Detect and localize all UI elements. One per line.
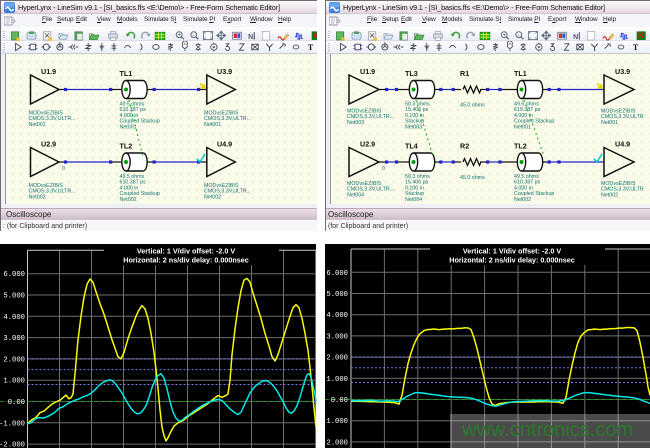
- svg-text:2.000: 2.000: [3, 356, 25, 364]
- svg-text:0.00: 0.00: [8, 399, 25, 407]
- svg-text:4.000: 4.000: [326, 312, 348, 320]
- svg-text:0.00: 0.00: [331, 397, 348, 405]
- svg-text:Vertical: 1 V/div offset: -2: Vertical: 1 V/div offset: -2.0 V: [463, 247, 561, 256]
- svg-text:3.000: 3.000: [3, 335, 25, 343]
- svg-text:Horizontal: 2 ns/div delay: 0: Horizontal: 2 ns/div delay: 0.000nsec: [449, 256, 574, 265]
- svg-text:4.000: 4.000: [3, 314, 25, 322]
- svg-text:-1.000: -1.000: [0, 420, 25, 428]
- svg-text:Vertical: 1 V/div offset: -2: Vertical: 1 V/div offset: -2.0 V: [137, 247, 235, 256]
- svg-text:-2.000: -2.000: [322, 439, 348, 447]
- svg-text:6.000: 6.000: [326, 270, 348, 278]
- svg-text:5.000: 5.000: [3, 293, 25, 301]
- svg-text:-2.000: -2.000: [0, 442, 25, 448]
- svg-text:2.000: 2.000: [326, 355, 348, 363]
- svg-text:3.000: 3.000: [326, 333, 348, 341]
- svg-text:1.000: 1.000: [3, 378, 25, 386]
- svg-text:1.000: 1.000: [326, 376, 348, 384]
- svg-text:Horizontal: 2 ns/div delay: 0: Horizontal: 2 ns/div delay: 0.000nsec: [123, 256, 248, 265]
- svg-text:-1.000: -1.000: [322, 418, 348, 426]
- svg-text:6.000: 6.000: [3, 271, 25, 279]
- svg-text:5.000: 5.000: [326, 291, 348, 299]
